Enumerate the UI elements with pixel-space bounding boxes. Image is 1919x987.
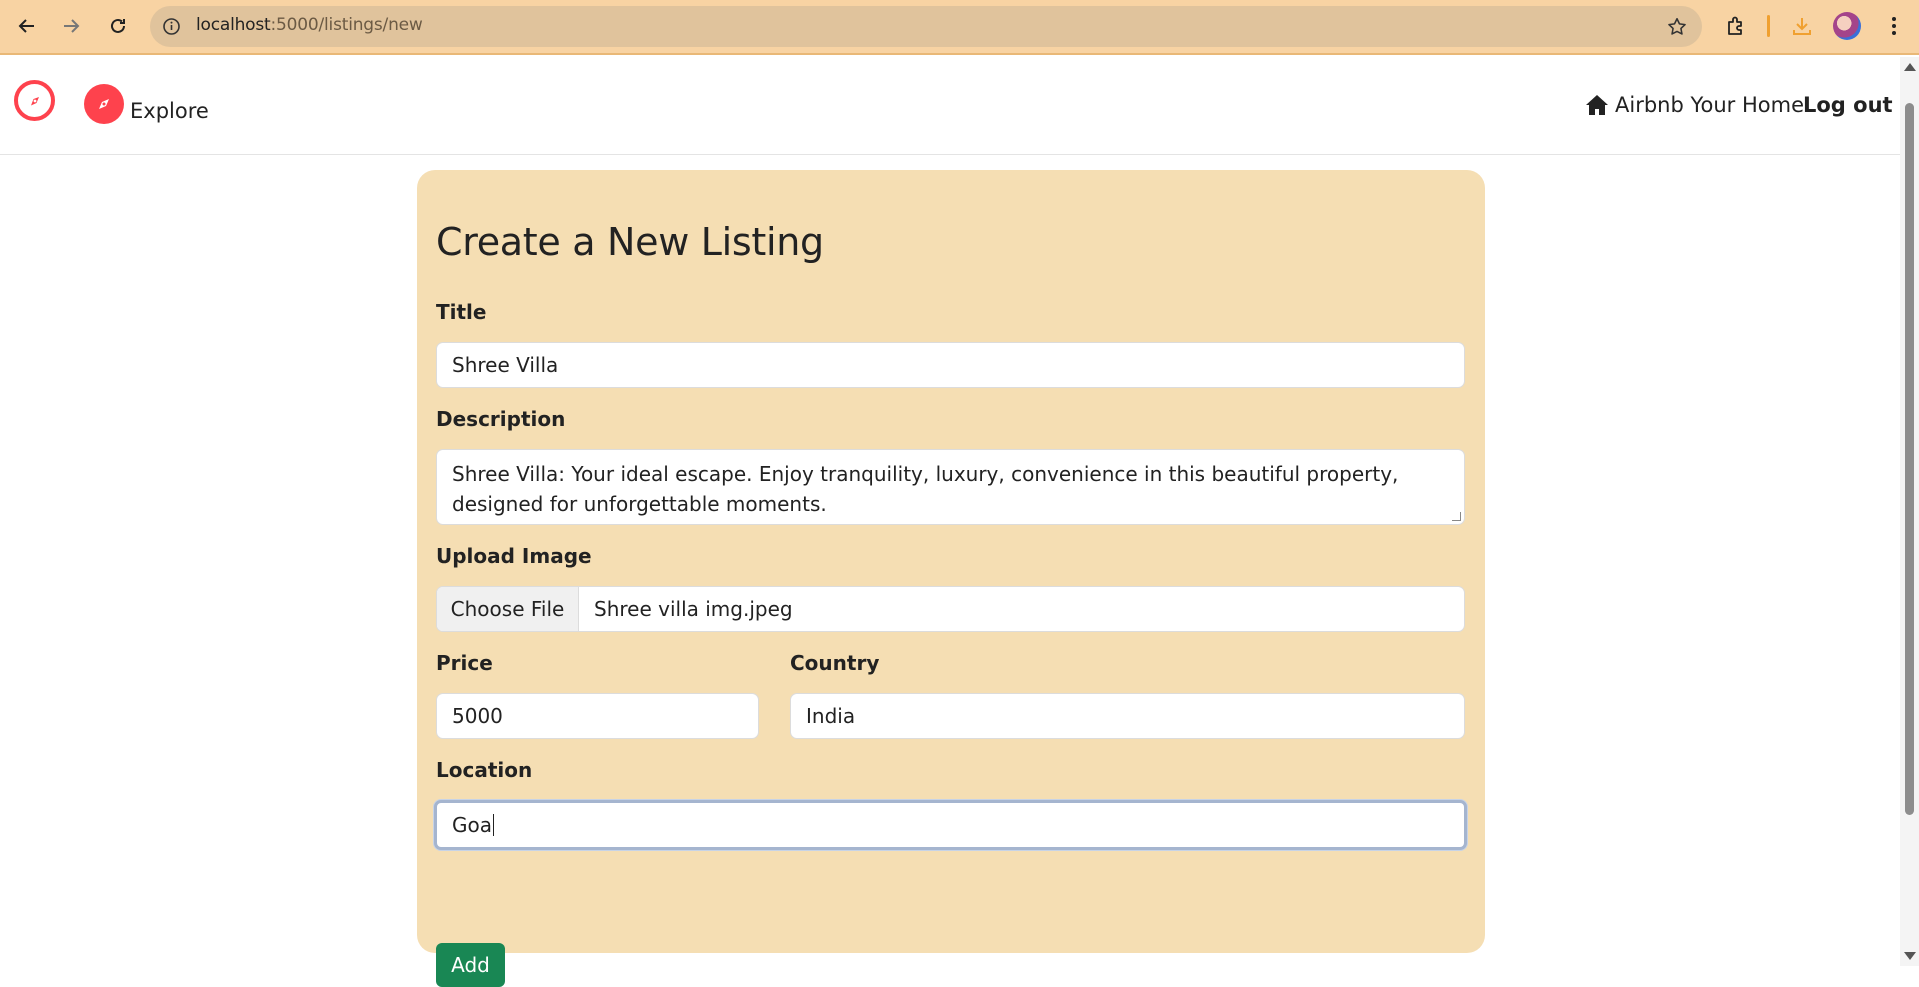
- resize-handle[interactable]: [1452, 512, 1461, 521]
- upload-image-label: Upload Image: [436, 544, 592, 568]
- image-file-input[interactable]: Choose File Shree villa img.jpeg: [436, 586, 1465, 632]
- title-input-value: Shree Villa: [452, 353, 559, 377]
- price-label: Price: [436, 651, 493, 675]
- logout-link[interactable]: Log out: [1803, 93, 1893, 117]
- title-label: Title: [436, 300, 487, 324]
- site-info-icon[interactable]: [162, 17, 181, 36]
- price-input[interactable]: 5000: [436, 693, 759, 739]
- selected-file-name: Shree villa img.jpeg: [594, 597, 793, 621]
- back-arrow-icon[interactable]: [12, 11, 42, 41]
- scroll-up-arrow-icon[interactable]: [1904, 63, 1916, 71]
- compass-icon[interactable]: [84, 84, 124, 124]
- country-value: India: [806, 704, 856, 728]
- page-title: Create a New Listing: [436, 220, 824, 264]
- description-textarea[interactable]: Shree Villa: Your ideal escape. Enjoy tr…: [436, 449, 1465, 525]
- toolbar-separator: [1767, 15, 1770, 37]
- text-caret: [493, 814, 494, 836]
- compass-logo-icon[interactable]: [14, 80, 55, 121]
- location-input[interactable]: Goa: [434, 800, 1467, 850]
- bookmark-star-icon[interactable]: [1666, 16, 1688, 38]
- price-value: 5000: [452, 704, 503, 728]
- new-listing-form: Create a New Listing Title Shree Villa D…: [417, 170, 1485, 987]
- description-value: Shree Villa: Your ideal escape. Enjoy tr…: [452, 462, 1399, 516]
- site-navbar: Explore Airbnb Your Home Log out: [0, 57, 1900, 155]
- explore-link[interactable]: Explore: [130, 99, 209, 123]
- scrollbar-thumb[interactable]: [1905, 103, 1914, 815]
- menu-dots-icon[interactable]: [1880, 12, 1908, 40]
- location-value: Goa: [452, 813, 492, 837]
- download-icon[interactable]: [1788, 12, 1816, 40]
- home-icon: [1586, 95, 1608, 115]
- country-input[interactable]: India: [790, 693, 1465, 739]
- title-input[interactable]: Shree Villa: [436, 342, 1465, 388]
- scroll-down-arrow-icon[interactable]: [1904, 952, 1916, 960]
- airbnb-your-home-label: Airbnb Your Home: [1615, 93, 1804, 117]
- extensions-icon[interactable]: [1722, 12, 1750, 40]
- profile-avatar[interactable]: [1833, 12, 1861, 40]
- location-label: Location: [436, 758, 533, 782]
- airbnb-your-home-link[interactable]: Airbnb Your Home: [1585, 93, 1804, 117]
- forward-arrow-icon[interactable]: [56, 11, 86, 41]
- browser-toolbar: localhost:5000/listings/new: [0, 0, 1919, 55]
- choose-file-button[interactable]: Choose File: [437, 587, 579, 631]
- description-label: Description: [436, 407, 566, 431]
- reload-icon[interactable]: [103, 11, 133, 41]
- address-bar[interactable]: localhost:5000/listings/new: [150, 6, 1702, 47]
- url-text: localhost:5000/listings/new: [196, 15, 423, 35]
- page-content: Explore Airbnb Your Home Log out Create …: [0, 57, 1900, 987]
- add-button[interactable]: Add: [436, 943, 505, 987]
- page-scrollbar[interactable]: [1900, 57, 1919, 966]
- country-label: Country: [790, 651, 880, 675]
